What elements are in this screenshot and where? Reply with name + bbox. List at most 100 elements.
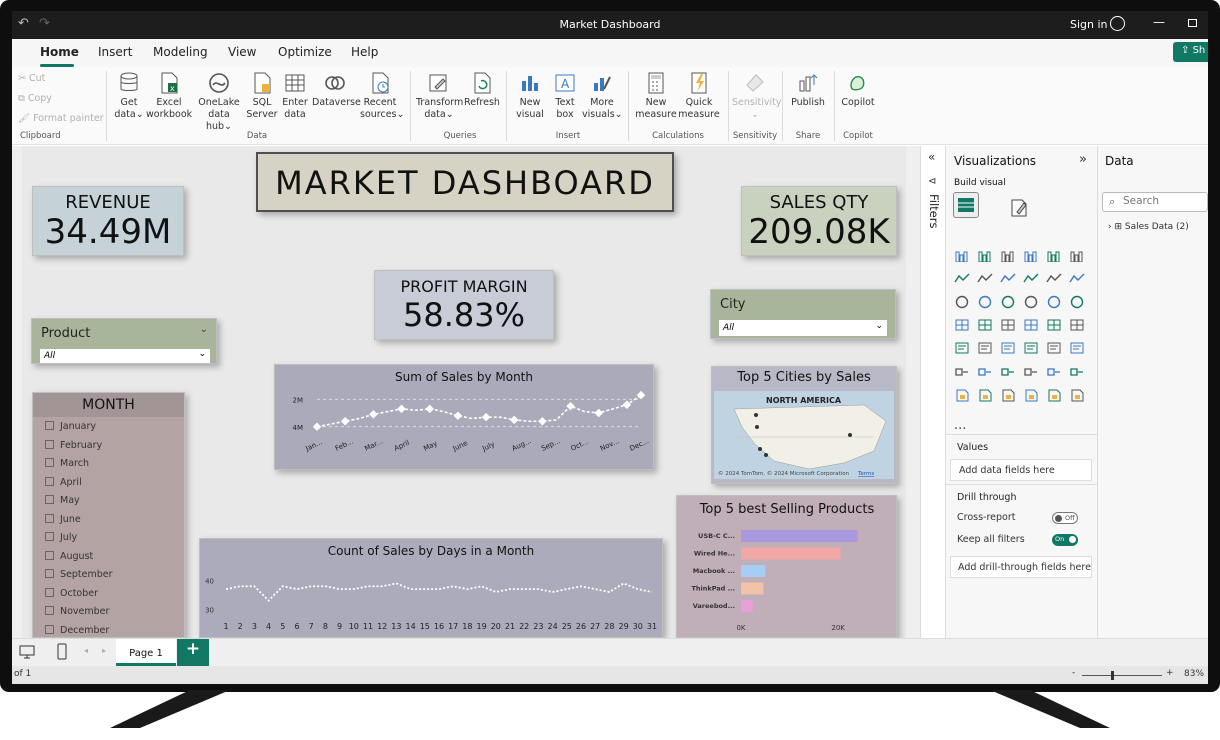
map-point[interactable] (758, 447, 762, 451)
combo-icon[interactable] (1069, 271, 1085, 285)
checkbox-icon[interactable] (45, 606, 54, 615)
recent-sources-button[interactable]: Recent sources⌄ (360, 71, 404, 121)
prev-page-icon[interactable]: ◂ (84, 646, 88, 655)
excel-workbook-button[interactable]: x Excel workbook (146, 71, 192, 121)
month-item[interactable]: February (45, 439, 102, 451)
checkbox-icon[interactable] (45, 624, 54, 634)
data-point[interactable] (509, 415, 519, 425)
data-point[interactable] (636, 390, 646, 400)
month-item[interactable]: December (45, 624, 109, 636)
build-visual-tab[interactable] (953, 192, 979, 218)
funnel-icon[interactable] (977, 295, 993, 309)
data-point[interactable] (397, 404, 406, 414)
checkbox-icon[interactable] (45, 476, 54, 486)
sales-by-day-chart[interactable]: Count of Sales by Days in a Month 30 40 1 2 3… (199, 538, 663, 638)
checkbox-icon[interactable] (45, 513, 54, 523)
waterfall-icon[interactable] (1046, 271, 1062, 285)
data-search-input[interactable] (1123, 195, 1203, 207)
data-point[interactable] (566, 401, 575, 411)
bar[interactable] (741, 565, 766, 577)
gauge-icon[interactable] (1046, 318, 1062, 332)
key-influencers-icon[interactable] (977, 365, 993, 379)
100-column-icon[interactable] (1069, 248, 1085, 262)
clustered-column-icon[interactable] (1023, 248, 1039, 262)
cut-button[interactable]: ✂ Cut (18, 73, 45, 84)
data-point[interactable] (340, 417, 350, 426)
onelake-data-hub-button[interactable]: OneLake data hub⌄ (196, 71, 242, 133)
more-visuals-ellipsis[interactable]: ... (954, 418, 966, 433)
filled-map-icon[interactable] (1000, 318, 1016, 332)
copilot-button[interactable]: Copilot (840, 71, 876, 109)
data-point[interactable] (594, 408, 603, 418)
copy-button[interactable]: ⧉ Copy (18, 93, 52, 104)
narrative-icon[interactable] (1046, 365, 1062, 379)
enter-data-button[interactable]: Enter data (280, 71, 310, 121)
stacked-bar-icon[interactable] (954, 248, 970, 262)
drill-through-well[interactable]: Add drill-through fields here (950, 556, 1092, 578)
power-automate-icon[interactable] (1046, 388, 1062, 402)
azure-map-icon[interactable] (1023, 318, 1039, 332)
next-page-icon[interactable]: ▸ (102, 646, 106, 655)
paginated-icon[interactable] (954, 388, 970, 402)
month-item[interactable]: September (45, 569, 113, 580)
100-bar-icon[interactable] (1046, 248, 1062, 262)
account-icon[interactable] (1110, 16, 1125, 31)
checkbox-icon[interactable] (45, 458, 54, 467)
map-point[interactable] (848, 433, 852, 437)
checkbox-icon[interactable] (45, 532, 54, 541)
checkbox-icon[interactable] (45, 550, 54, 560)
revenue-card[interactable]: REVENUE 34.49M (32, 186, 184, 256)
menu-insert[interactable]: Insert (98, 45, 132, 59)
map-terms-link[interactable]: Terms (857, 471, 874, 477)
data-point[interactable] (453, 411, 463, 420)
slicer-icon[interactable] (1000, 341, 1016, 355)
map-point[interactable] (755, 425, 759, 429)
dataverse-button[interactable]: Dataverse (312, 71, 361, 109)
cross-report-toggle[interactable]: Off (1052, 512, 1078, 524)
zoom-in-icon[interactable]: + (1166, 668, 1174, 678)
zoom-slider-track[interactable] (1082, 675, 1162, 676)
chevron-down-icon[interactable]: ⌄ (200, 324, 208, 335)
funnel-h-icon[interactable] (1000, 295, 1016, 309)
tab-page-1[interactable]: Page 1 (116, 639, 176, 666)
data-point[interactable] (369, 410, 378, 419)
new-measure-button[interactable]: New measure (634, 71, 678, 121)
sensitivity-button[interactable]: Sensitivity ⌄ (732, 71, 781, 121)
more-visuals-button[interactable]: More visuals⌄ (582, 71, 623, 121)
area-icon[interactable] (977, 271, 993, 285)
month-item[interactable]: January (45, 421, 96, 432)
city-slicer[interactable]: City All ⌄ (710, 289, 896, 339)
bar[interactable] (741, 600, 753, 612)
card-icon[interactable] (1069, 318, 1085, 332)
data-point[interactable] (425, 404, 434, 414)
month-item[interactable]: August (45, 550, 93, 562)
month-item[interactable]: June (45, 513, 81, 525)
minimize-icon[interactable]: — (1153, 15, 1165, 29)
checkbox-icon[interactable] (45, 439, 54, 449)
menu-optimize[interactable]: Optimize (278, 45, 332, 59)
pie-icon[interactable] (1046, 295, 1062, 309)
decomposition-tree-icon[interactable] (1000, 365, 1016, 379)
python-visual-icon[interactable] (954, 365, 970, 379)
table-sales-data[interactable]: › ⊞ Sales Data (2) (1108, 222, 1189, 232)
quick-measure-button[interactable]: Quick measure (678, 71, 720, 121)
more-icon[interactable] (1069, 388, 1085, 402)
profit-margin-card[interactable]: PROFIT MARGIN 58.83% (374, 270, 554, 340)
publish-button[interactable]: Publish (788, 71, 828, 109)
add-page-button[interactable]: + (177, 639, 209, 666)
expand-icon[interactable]: » (1079, 152, 1087, 167)
data-search-box[interactable]: ⌕ (1102, 192, 1208, 212)
qa-icon[interactable] (1023, 365, 1039, 379)
new-visual-button[interactable]: New visual (512, 71, 548, 121)
checkbox-icon[interactable] (45, 495, 54, 504)
zoom-slider-handle[interactable] (1111, 671, 1114, 680)
format-painter-button[interactable]: 🖌 Format painter (18, 113, 104, 124)
smart-narrative-icon[interactable] (1000, 388, 1016, 402)
menu-help[interactable]: Help (351, 45, 378, 59)
refresh-button[interactable]: Refresh (464, 71, 500, 109)
month-item[interactable]: October (45, 587, 98, 599)
map-point[interactable] (754, 413, 758, 417)
checkbox-icon[interactable] (45, 587, 54, 597)
stacked-area-icon[interactable] (1000, 271, 1016, 285)
format-visual-icon[interactable] (1008, 196, 1030, 218)
